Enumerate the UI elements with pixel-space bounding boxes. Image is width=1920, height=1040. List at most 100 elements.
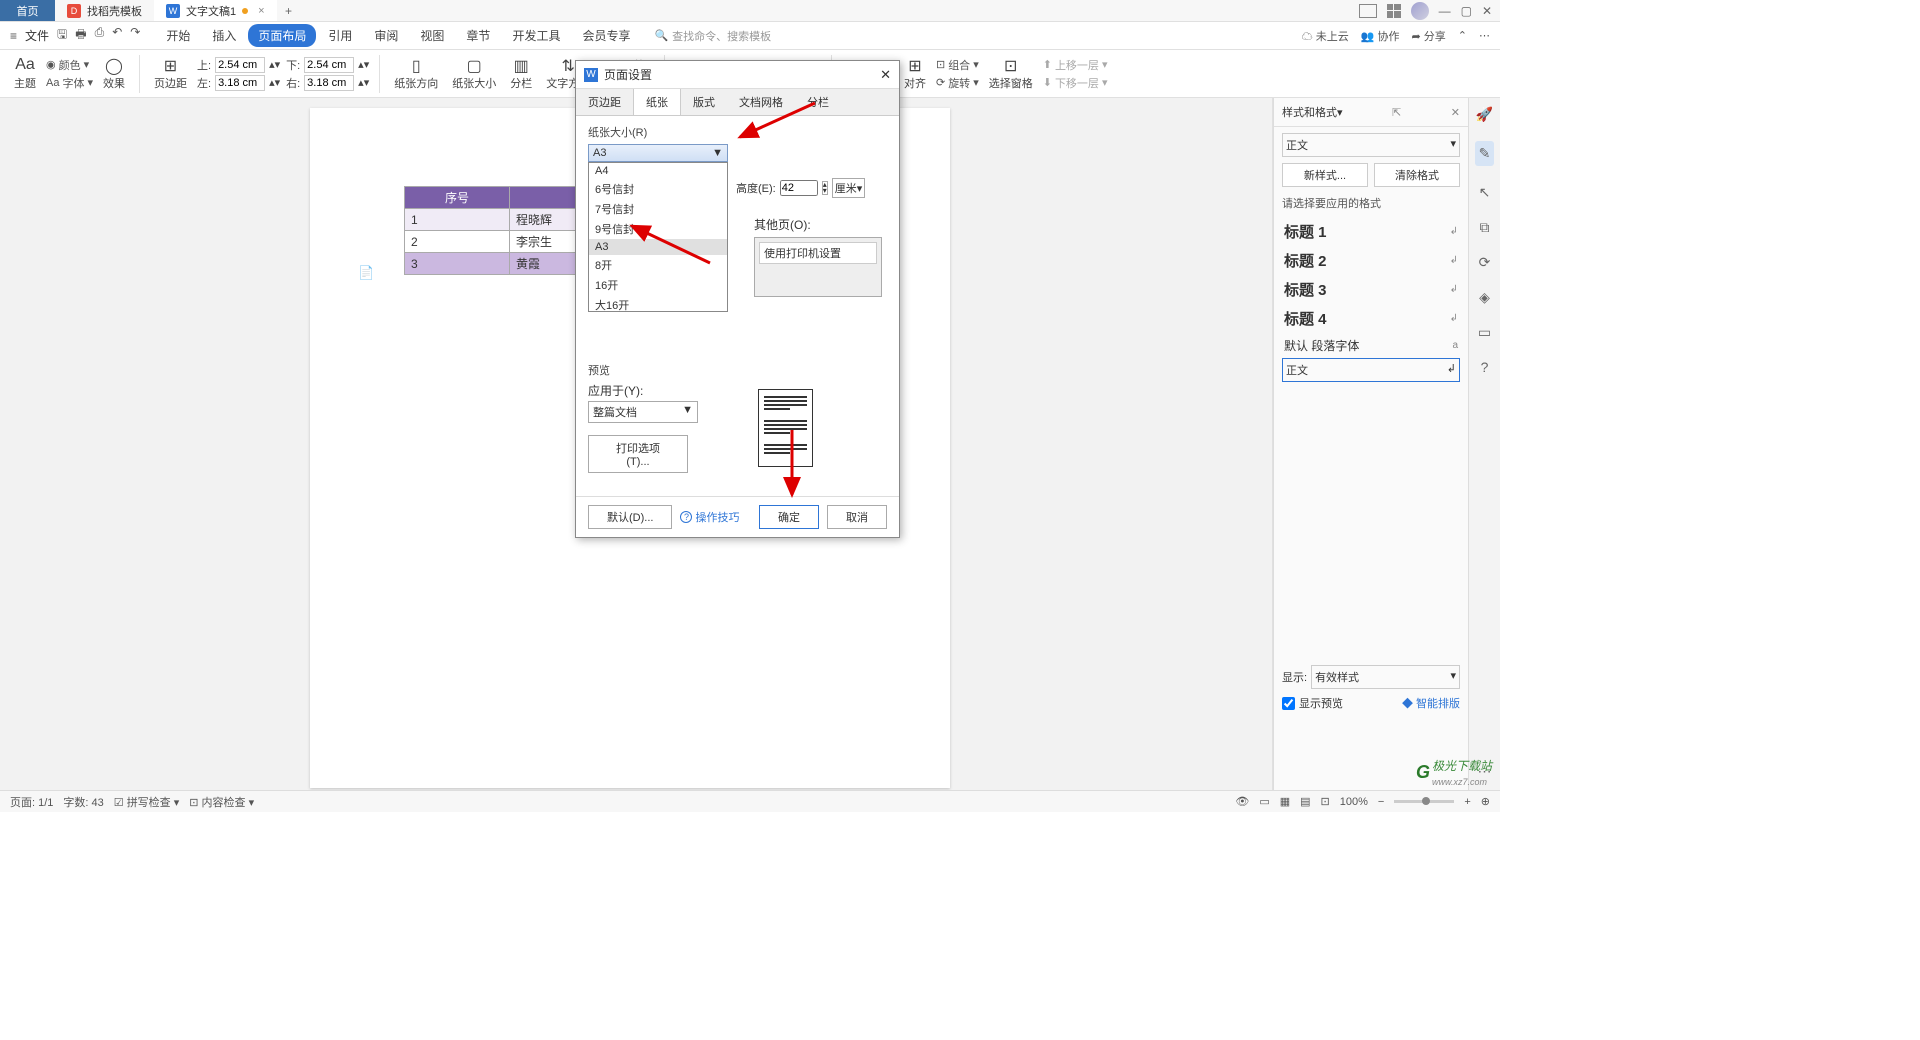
apply-combo[interactable]: 整篇文档▼ (588, 401, 698, 423)
dlg-tab-layout[interactable]: 版式 (681, 89, 727, 115)
view-eye-icon[interactable]: 👁 (1235, 795, 1249, 808)
margin-left-input[interactable] (215, 75, 265, 91)
avatar[interactable] (1411, 2, 1429, 20)
window-select-icon[interactable] (1359, 4, 1377, 18)
align-button[interactable]: ⊞对齐 (900, 56, 930, 91)
page-break-icon[interactable]: 📄 (358, 265, 374, 281)
color-button[interactable]: ◉ 颜色▾ (46, 57, 93, 73)
tab-insert[interactable]: 插入 (202, 24, 246, 47)
tab-developer[interactable]: 开发工具 (502, 24, 570, 47)
dlg-tab-grid[interactable]: 文档网格 (727, 89, 795, 115)
more-icon[interactable]: ⋯ (1479, 29, 1490, 42)
orientation-button[interactable]: ▯纸张方向 (390, 56, 442, 91)
page-size-button[interactable]: ▢纸张大小 (448, 56, 500, 91)
tips-link[interactable]: ?操作技巧 (680, 509, 739, 525)
fullscreen-icon[interactable]: ⊕ (1481, 795, 1490, 808)
style-body[interactable]: 正文↲ (1282, 358, 1460, 382)
group-button[interactable]: ⊡ 组合▾ (936, 57, 979, 73)
columns-button[interactable]: ▥分栏 (506, 56, 536, 91)
style-heading3[interactable]: 标题 3↲ (1282, 275, 1460, 304)
combo-item[interactable]: A4 (589, 163, 727, 179)
height-input[interactable] (780, 180, 818, 196)
zoom-value[interactable]: 100% (1340, 796, 1368, 808)
tab-start[interactable]: 开始 (156, 24, 200, 47)
spell-check[interactable]: ☑ 拼写检查 ▾ (114, 794, 180, 810)
combo-item[interactable]: 9号信封 (589, 219, 727, 239)
font-button[interactable]: Aa 字体▾ (46, 75, 93, 91)
combo-item[interactable]: 大16开 (589, 295, 727, 312)
print-preview-icon[interactable]: ⎙ (95, 25, 105, 46)
location-icon[interactable]: ◈ (1479, 289, 1490, 306)
dlg-tab-paper[interactable]: 纸张 (633, 89, 681, 115)
tab-member[interactable]: 会员专享 (572, 24, 640, 47)
share-button[interactable]: ➦ 分享 (1412, 28, 1446, 44)
ok-button[interactable]: 确定 (759, 505, 819, 529)
send-backward-button[interactable]: ⬇ 下移一层▾ (1043, 75, 1108, 91)
zoom-out-icon[interactable]: − (1378, 796, 1384, 808)
style-heading4[interactable]: 标题 4↲ (1282, 304, 1460, 333)
height-spinner[interactable]: ▴▾ (822, 181, 828, 195)
default-button[interactable]: 默认(D)... (588, 505, 672, 529)
save-icon[interactable]: 🖫 (57, 25, 67, 46)
tab-document[interactable]: W 文字文稿1 × (154, 0, 277, 21)
pin-icon[interactable]: ⇱ (1392, 106, 1401, 119)
close-window-icon[interactable]: ✕ (1482, 4, 1492, 18)
selection-pane-button[interactable]: ⊡选择窗格 (985, 56, 1037, 91)
tab-docer[interactable]: D 找稻壳模板 (55, 0, 154, 21)
collab-button[interactable]: 👥 协作 (1361, 28, 1400, 44)
show-select[interactable]: 有效样式▾ (1311, 665, 1460, 689)
style-heading1[interactable]: 标题 1↲ (1282, 217, 1460, 246)
fit-icon[interactable]: ⊡ (1321, 795, 1330, 808)
margins-button[interactable]: ⊞页边距 (150, 56, 191, 91)
zoom-in-icon[interactable]: + (1464, 796, 1470, 808)
pointer-icon[interactable]: ↖ (1479, 184, 1491, 201)
style-heading2[interactable]: 标题 2↲ (1282, 246, 1460, 275)
tab-view[interactable]: 视图 (410, 24, 454, 47)
margin-top-input[interactable] (215, 57, 265, 73)
dlg-tab-margins[interactable]: 页边距 (576, 89, 633, 115)
tab-review[interactable]: 审阅 (364, 24, 408, 47)
search-area[interactable]: 🔍 查找命令、搜索模板 (654, 28, 771, 44)
combo-item[interactable]: 8开 (589, 255, 727, 275)
book-icon[interactable]: ▭ (1478, 324, 1491, 341)
current-style[interactable]: 正文▾ (1282, 133, 1460, 157)
close-panel-icon[interactable]: ✕ (1451, 106, 1460, 119)
tab-references[interactable]: 引用 (318, 24, 362, 47)
combo-list[interactable]: A4 6号信封 7号信封 9号信封 A3 8开 16开 大16开 32开 大32… (588, 162, 728, 312)
menu-icon[interactable]: ≡ (10, 29, 17, 43)
maximize-icon[interactable]: ▢ (1461, 4, 1472, 18)
help-icon[interactable]: ? (1481, 359, 1489, 375)
cancel-button[interactable]: 取消 (827, 505, 887, 529)
tab-page-layout[interactable]: 页面布局 (248, 24, 316, 47)
paper-size-combo[interactable]: A3▼ A4 6号信封 7号信封 9号信封 A3 8开 16开 大16开 32开… (588, 144, 728, 162)
close-icon[interactable]: × (258, 5, 264, 17)
print-options-button[interactable]: 打印选项(T)... (588, 435, 688, 473)
style-default-font[interactable]: 默认 段落字体a (1282, 333, 1460, 358)
brush-icon[interactable]: ✎ (1475, 141, 1495, 166)
tab-home[interactable]: 首页 (0, 0, 55, 21)
word-count[interactable]: 字数: 43 (63, 794, 103, 810)
new-style-button[interactable]: 新样式... (1282, 163, 1368, 187)
effect-button[interactable]: ◯效果 (99, 56, 129, 91)
clear-format-button[interactable]: 清除格式 (1374, 163, 1460, 187)
refresh-icon[interactable]: ⟳ (1479, 254, 1491, 271)
unit-select[interactable]: 厘米▾ (832, 178, 866, 198)
view-web-icon[interactable]: ▦ (1280, 795, 1290, 808)
cloud-status[interactable]: ☁ 未上云 (1302, 28, 1349, 44)
view-outline-icon[interactable]: ▤ (1300, 795, 1310, 808)
new-tab-button[interactable]: + (277, 0, 301, 21)
undo-icon[interactable]: ↶ (112, 25, 122, 46)
view-print-icon[interactable]: ▭ (1259, 795, 1269, 808)
zoom-slider[interactable] (1394, 800, 1454, 803)
tab-chapter[interactable]: 章节 (456, 24, 500, 47)
ribbon-collapse-icon[interactable]: ⌃ (1458, 29, 1467, 42)
combo-item[interactable]: 7号信封 (589, 199, 727, 219)
link-icon[interactable]: ⧉ (1480, 219, 1490, 236)
smart-layout-link[interactable]: ◆ 智能排版 (1402, 695, 1460, 711)
rotate-button[interactable]: ⟳ 旋转▾ (936, 75, 979, 91)
margin-bottom-input[interactable] (304, 57, 354, 73)
combo-item[interactable]: 16开 (589, 275, 727, 295)
preview-checkbox[interactable] (1282, 697, 1295, 710)
margin-right-input[interactable] (304, 75, 354, 91)
combo-item[interactable]: A3 (589, 239, 727, 255)
